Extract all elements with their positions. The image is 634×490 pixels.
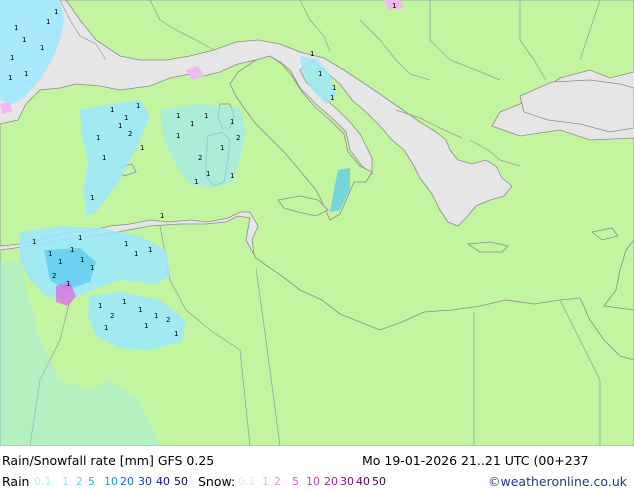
snow-legend-value: 1 (262, 475, 269, 488)
credit-link[interactable]: ©weatheronline.co.uk (488, 474, 627, 489)
marker-text: 1 (54, 8, 58, 16)
marker-text: 1 (174, 330, 178, 338)
marker-text: 1 (102, 154, 106, 162)
marker-text: 1 (230, 172, 234, 180)
snow-legend-value: 5 (292, 475, 299, 488)
marker-text: 1 (80, 256, 84, 264)
rain-legend-label: Rain (2, 474, 30, 489)
marker-text: 1 (194, 178, 198, 186)
marker-text: 1 (46, 18, 50, 26)
rain-legend-value: 50 (174, 475, 188, 488)
marker-text: 1 (118, 122, 122, 130)
marker-text: 1 (110, 106, 114, 114)
marker-text: 1 (204, 112, 208, 120)
snow-legend-value: 40 (356, 475, 370, 488)
marker-text: 1 (176, 112, 180, 120)
precipitation-map: 111 111 11 111 111 211 111 121 21 1 111 1… (0, 0, 634, 446)
marker-text: 1 (10, 54, 14, 62)
marker-text: 1 (318, 70, 322, 78)
marker-text: 1 (40, 44, 44, 52)
rain-legend-value: 20 (120, 475, 134, 488)
marker-text: 1 (24, 70, 28, 78)
marker-text: 2 (166, 316, 170, 324)
rain-legend-value: 0.1 (34, 475, 52, 488)
rain-legend-value: 2 (76, 475, 83, 488)
marker-text: 1 (154, 312, 158, 320)
marker-text: 1 (310, 50, 314, 58)
marker-text: 1 (134, 250, 138, 258)
snow-legend-value: 30 (340, 475, 354, 488)
marker-text: 2 (128, 130, 132, 138)
snow-legend-label: Snow: (198, 474, 236, 489)
marker-text: 1 (70, 246, 74, 254)
rain-legend-value: 30 (138, 475, 152, 488)
marker-text: 1 (32, 238, 36, 246)
marker-text: 1 (66, 280, 70, 288)
marker-text: 1 (8, 74, 12, 82)
marker-text: 1 (176, 132, 180, 140)
marker-text: 1 (58, 258, 62, 266)
snow-legend-value: 2 (274, 475, 281, 488)
marker-text: 1 (96, 134, 100, 142)
marker-text: 1 (138, 306, 142, 314)
marker-text: 1 (392, 2, 396, 10)
marker-text: 2 (110, 312, 114, 320)
marker-text: 1 (98, 302, 102, 310)
marker-text: 1 (230, 118, 234, 126)
marker-text: 1 (148, 246, 152, 254)
rain-legend-value: 1 (62, 475, 69, 488)
map-footer: Rain/Snowfall rate [mm] GFS 0.25 Mo 19-0… (0, 446, 634, 490)
snow-area-brittany (0, 102, 12, 114)
marker-text: 2 (52, 272, 56, 280)
marker-text: 1 (330, 94, 334, 102)
marker-text: 1 (220, 144, 224, 152)
snow-legend-value: 0.1 (238, 475, 256, 488)
marker-text: 1 (160, 212, 164, 220)
marker-text: 1 (190, 120, 194, 128)
marker-text: 2 (236, 134, 240, 142)
snow-legend-value: 20 (324, 475, 338, 488)
marker-text: 1 (124, 114, 128, 122)
marker-text: 1 (140, 144, 144, 152)
rain-legend-value: 10 (104, 475, 118, 488)
rain-legend-value: 40 (156, 475, 170, 488)
marker-text: 1 (14, 24, 18, 32)
snow-legend-value: 50 (372, 475, 386, 488)
marker-text: 1 (136, 102, 140, 110)
map-title: Rain/Snowfall rate [mm] GFS 0.25 (2, 453, 215, 468)
marker-text: 1 (122, 298, 126, 306)
marker-text: 1 (78, 234, 82, 242)
marker-text: 1 (22, 36, 26, 44)
map-datetime: Mo 19-01-2026 21..21 UTC (00+237 (362, 453, 589, 468)
marker-text: 1 (90, 194, 94, 202)
marker-text: 1 (124, 240, 128, 248)
snow-legend-value: 10 (306, 475, 320, 488)
marker-text: 2 (198, 154, 202, 162)
rain-legend-value: 5 (88, 475, 95, 488)
marker-text: 1 (48, 250, 52, 258)
marker-text: 1 (90, 264, 94, 272)
marker-text: 1 (104, 324, 108, 332)
marker-text: 1 (332, 84, 336, 92)
marker-text: 1 (206, 170, 210, 178)
marker-text: 1 (144, 322, 148, 330)
